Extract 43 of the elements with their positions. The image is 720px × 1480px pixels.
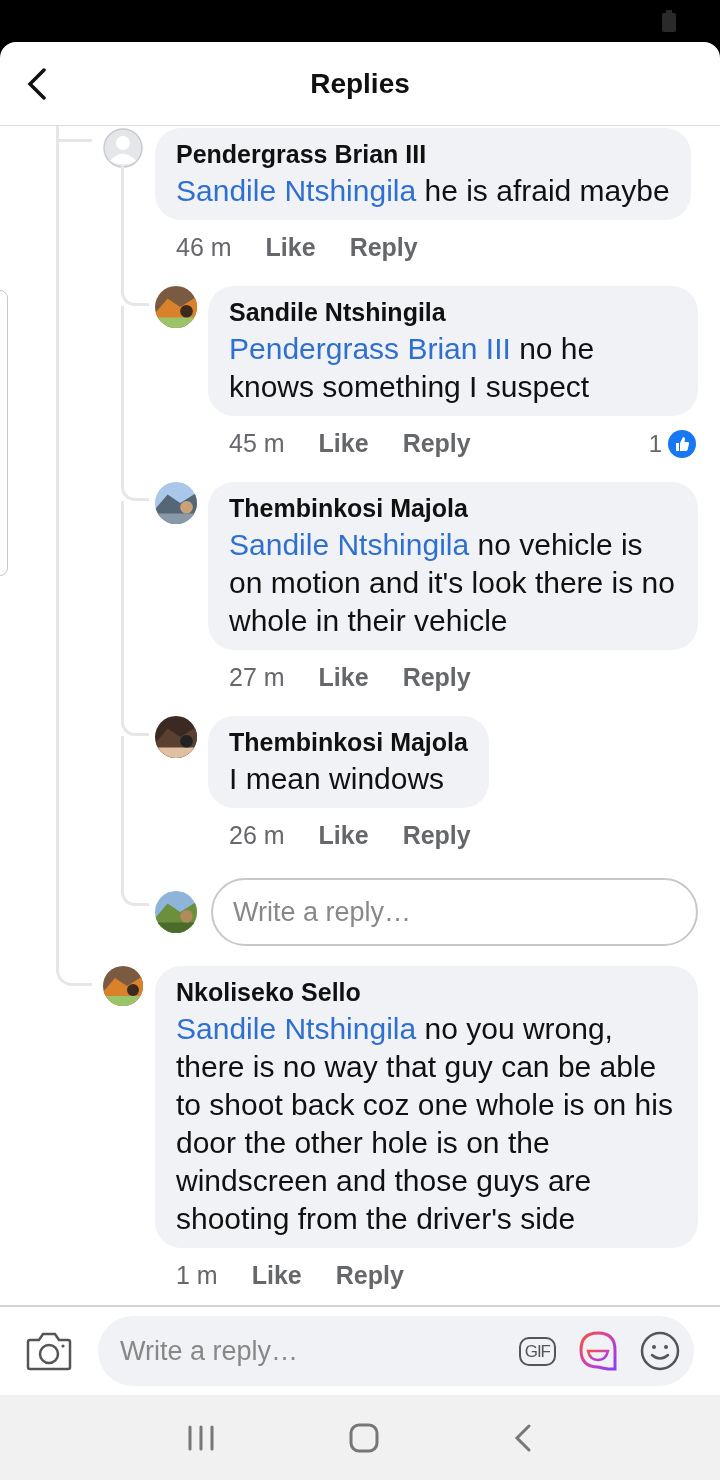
comment-action[interactable]: Like — [251, 1257, 302, 1295]
comment-action[interactable]: Reply — [335, 1257, 404, 1295]
mention-link[interactable]: Sandile Ntshingila — [176, 1012, 417, 1045]
back-icon[interactable] — [26, 68, 48, 100]
comment-action[interactable]: Reply — [402, 817, 471, 855]
back-nav-icon[interactable] — [513, 1422, 533, 1453]
comment-time: 26 m — [229, 820, 285, 852]
comment-input[interactable]: Write a reply… GIF — [98, 1316, 694, 1386]
reaction-count: 1 — [648, 429, 662, 459]
home-icon[interactable] — [349, 1422, 379, 1453]
comment-action[interactable]: Like — [318, 817, 369, 855]
comment-action[interactable]: Like — [318, 425, 369, 463]
comment-time: 46 m — [176, 232, 232, 264]
comment-author[interactable]: Pendergrass Brian III — [176, 136, 670, 172]
comment-action[interactable]: Reply — [349, 229, 418, 267]
comment-action[interactable]: Like — [265, 229, 316, 267]
comment-action[interactable]: Like — [318, 659, 369, 697]
thumbs-up-icon — [668, 430, 696, 458]
comment-action[interactable]: Reply — [402, 659, 471, 697]
sticker-icon[interactable] — [578, 1330, 618, 1372]
comment-text: Sandile Ntshingila he is afraid maybe — [176, 173, 670, 209]
comment-time: 1 m — [176, 1260, 218, 1292]
camera-icon[interactable] — [26, 1331, 72, 1371]
comment-author[interactable]: Thembinkosi Majola — [229, 490, 677, 526]
comment-time: 27 m — [229, 662, 285, 694]
battery-icon — [662, 10, 676, 32]
comment-author[interactable]: Thembinkosi Majola — [229, 724, 468, 760]
recent-apps-icon[interactable] — [187, 1424, 215, 1451]
mention-link[interactable]: Pendergrass Brian III — [229, 332, 511, 365]
gif-button[interactable]: GIF — [518, 1336, 556, 1366]
comment-text: Sandile Ntshingila no you wrong, there is no way that guy can be able to shoot back coz one whole is on his door the other hole is on the windscreen and those guys are shooting from the driver's side — [176, 1011, 674, 1237]
comment-action[interactable]: Reply — [402, 425, 471, 463]
emoji-icon[interactable] — [640, 1331, 680, 1371]
mention-link[interactable]: Sandile Ntshingila — [176, 174, 417, 207]
comment-author[interactable]: Nkoliseko Sello — [176, 974, 677, 1010]
comment-author[interactable]: Sandile Ntshingila — [229, 294, 677, 330]
comment-time: 45 m — [229, 428, 285, 460]
comment-text: Pendergrass Brian III no he knows something I suspect — [229, 331, 596, 405]
mention-link[interactable]: Sandile Ntshingila — [229, 528, 470, 561]
comment-text: I mean windows — [229, 761, 446, 797]
comment-text: Sandile Ntshingila no vehicle is on motion and it's look there is no whole in their vehicle — [229, 527, 676, 639]
reply-field[interactable]: Write a reply… — [211, 878, 698, 946]
page-title: Replies — [310, 66, 410, 101]
